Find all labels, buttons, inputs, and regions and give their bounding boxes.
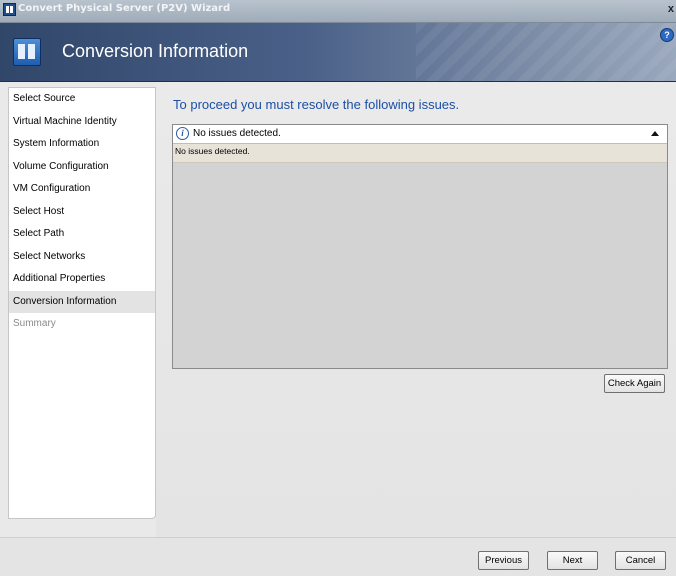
issue-group-title: No issues detected. xyxy=(193,128,281,139)
check-again-button[interactable]: Check Again xyxy=(604,374,665,393)
collapse-arrow-icon[interactable] xyxy=(651,131,659,136)
conversion-info-icon xyxy=(13,38,41,66)
sidebar-item-select-path[interactable]: Select Path xyxy=(9,223,155,246)
sidebar-item-select-host[interactable]: Select Host xyxy=(9,201,155,224)
main-content: To proceed you must resolve the followin… xyxy=(156,82,676,537)
sidebar-item-system-information[interactable]: System Information xyxy=(9,133,155,156)
title-bar: Convert Physical Server (P2V) Wizard x xyxy=(0,0,676,23)
page-title: Conversion Information xyxy=(62,41,249,61)
sidebar-item-select-networks[interactable]: Select Networks xyxy=(9,246,155,269)
sidebar-item-virtual-machine-identity[interactable]: Virtual Machine Identity xyxy=(9,111,155,134)
issues-list[interactable]: i No issues detected. No issues detected… xyxy=(172,124,668,369)
banner-pattern xyxy=(416,23,676,81)
next-button[interactable]: Next xyxy=(547,551,598,570)
cancel-button[interactable]: Cancel xyxy=(615,551,666,570)
previous-button[interactable]: Previous xyxy=(478,551,529,570)
sidebar-item-vm-configuration[interactable]: VM Configuration xyxy=(9,178,155,201)
info-icon: i xyxy=(176,127,189,140)
app-icon xyxy=(3,3,16,16)
window-title: Convert Physical Server (P2V) Wizard xyxy=(18,3,231,14)
sidebar-item-summary: Summary xyxy=(13,318,56,329)
sidebar-item-select-source[interactable]: Select Source xyxy=(9,88,155,111)
wizard-steps-sidebar: Select Source Virtual Machine Identity S… xyxy=(8,87,156,519)
sidebar-item-conversion-information[interactable]: Conversion Information xyxy=(9,290,155,313)
close-icon[interactable]: x xyxy=(668,3,674,15)
help-icon[interactable]: ? xyxy=(660,28,674,42)
issues-heading: To proceed you must resolve the followin… xyxy=(173,97,460,112)
issue-detail-row: No issues detected. xyxy=(173,144,667,163)
issue-group-header[interactable]: i No issues detected. xyxy=(173,125,667,144)
sidebar-item-volume-configuration[interactable]: Volume Configuration xyxy=(9,156,155,179)
issue-detail-text: No issues detected. xyxy=(175,146,250,156)
sidebar-item-additional-properties[interactable]: Additional Properties xyxy=(9,268,155,291)
wizard-footer: Previous Next Cancel xyxy=(0,537,676,576)
wizard-banner: Conversion Information ? xyxy=(0,23,676,82)
